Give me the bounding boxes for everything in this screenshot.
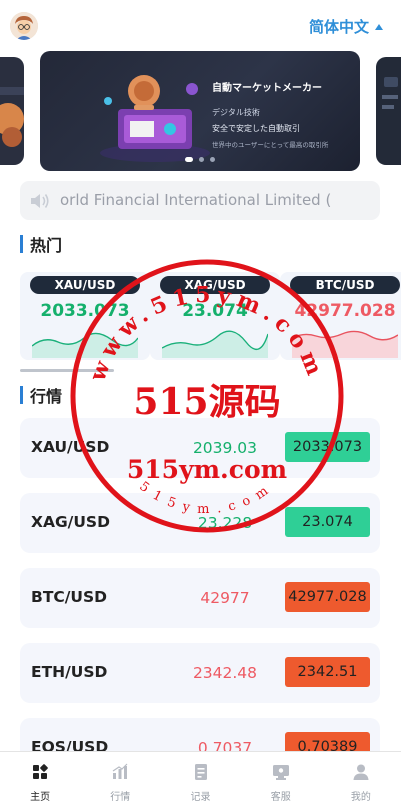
chart-icon [112,763,128,779]
hot-symbol: XAG/USD [160,276,270,294]
tab-label: 我的 [350,792,371,803]
hot-section-header: 热门 [20,232,62,256]
tab-label: 记录 [190,792,211,803]
hot-price: 23.074 [182,301,248,321]
speaker-icon [31,194,49,208]
scroll-indicator [20,369,114,372]
watermark-big-text: 515源码 [133,381,280,423]
tab-label: 主页 [30,792,51,803]
tab-market[interactable]: 行情 [80,752,160,803]
notice-bar[interactable]: orld Financial International Limited ( [20,181,380,220]
banner-prev-slide[interactable] [0,57,24,165]
carousel-dot[interactable] [185,157,193,162]
market-symbol: ETH/USD [31,663,108,681]
market-last-price: 2342.48 [192,664,258,682]
tab-support[interactable]: 客服 [241,752,321,803]
tab-profile[interactable]: 我的 [321,752,401,803]
sparkline-chart [162,330,268,358]
tab-label: 客服 [270,792,291,803]
section-marker [20,235,23,253]
market-symbol: XAU/USD [31,438,110,456]
home-icon [33,764,48,779]
language-selector[interactable]: 简体中文 [309,16,383,37]
market-last-price: 2039.03 [192,439,258,457]
carousel-dot[interactable] [210,157,215,162]
hot-card[interactable]: XAG/USD 23.074 [150,272,280,360]
banner-illustration [100,75,210,162]
tab-records[interactable]: 记录 [160,752,240,803]
market-row[interactable]: BTC/USD 42977 42977.028 [20,568,380,628]
carousel-dot[interactable] [199,157,204,162]
banner-line-1: 安全で安定した自動取引 [212,124,300,133]
market-last-price: 23.228 [197,514,253,532]
bottom-tab-bar: 主页 行情 记录 客服 我的 [0,751,401,803]
record-icon [194,764,207,780]
carousel-dots [185,157,215,162]
market-change-box: 23.074 [285,507,370,537]
avatar[interactable] [10,12,38,40]
market-row[interactable]: ETH/USD 2342.48 2342.51 [20,643,380,703]
market-section-header: 行情 [20,383,62,407]
tab-label: 行情 [110,792,131,803]
section-marker [20,386,23,404]
market-row[interactable]: XAU/USD 2039.03 2033.073 [20,418,380,478]
banner-title: 自動マーケットメーカー [212,83,322,94]
banner-next-slide[interactable] [376,57,401,165]
language-label: 简体中文 [308,18,369,36]
support-icon [272,765,289,780]
triangle-up-icon [375,23,383,30]
market-change-box: 42977.028 [285,582,370,612]
banner-subtitle: デジタル技術 [212,108,260,117]
top-header: 简体中文 [0,0,401,50]
market-last-price: 42977 [200,589,250,607]
banner-slide[interactable]: 自動マーケットメーカー デジタル技術 安全で安定した自動取引 世界中のユーザーに… [40,51,360,171]
profile-icon [353,764,369,780]
market-title: 行情 [30,387,63,406]
hot-card[interactable]: BTC/USD 42977.028 [280,272,401,360]
banner-line-2: 世界中のユーザーにとって最高の取引所 [212,141,329,149]
tab-home[interactable]: 主页 [0,752,80,803]
sparkline-chart [292,330,398,358]
hot-title: 热门 [30,236,63,255]
hot-price: 2033.073 [40,301,130,321]
hot-cards-scroller[interactable]: XAU/USD 2033.073 XAG/USD 23.074 BTC/USD … [0,268,401,364]
sparkline-chart [32,332,138,358]
hot-card[interactable]: XAU/USD 2033.073 [20,272,150,360]
market-symbol: BTC/USD [31,588,108,606]
hot-price: 42977.028 [294,301,396,321]
market-symbol: XAG/USD [31,513,110,531]
market-row[interactable]: XAG/USD 23.228 23.074 [20,493,380,553]
hot-symbol: XAU/USD [30,276,140,294]
hot-symbol: BTC/USD [290,276,400,294]
notice-text: orld Financial International Limited ( [60,191,332,209]
market-change-box: 2342.51 [285,657,370,687]
market-change-box: 2033.073 [285,432,370,462]
